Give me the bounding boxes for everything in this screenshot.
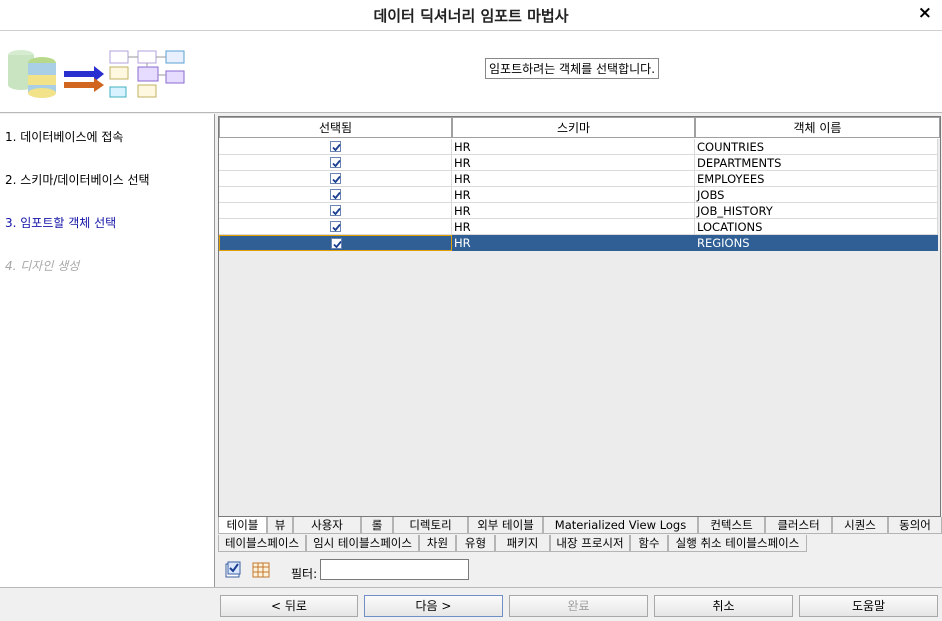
schema-cell: HR bbox=[452, 219, 695, 235]
selected-cell bbox=[219, 219, 452, 235]
step-generate-design: 4. 디자인 생성 bbox=[5, 259, 80, 273]
table-row[interactable]: HR DEPARTMENTS bbox=[219, 155, 938, 171]
column-header-selected[interactable]: 선택됨 bbox=[219, 117, 452, 138]
schema-cell: HR bbox=[452, 155, 695, 171]
tab-tables[interactable]: 테이블 bbox=[218, 517, 267, 534]
tab-dimensions[interactable]: 차원 bbox=[419, 535, 456, 552]
selected-cell bbox=[219, 139, 452, 155]
filter-label: 필터: bbox=[291, 567, 318, 581]
wizard-steps-panel: 1. 데이터베이스에 접속 2. 스키마/데이터베이스 선택 3. 임포트할 객… bbox=[0, 114, 215, 587]
window-title: 데이터 딕셔너리 임포트 마법사 bbox=[373, 7, 569, 25]
table-row[interactable]: HR COUNTRIES bbox=[219, 139, 938, 155]
check-all-icon[interactable] bbox=[223, 560, 243, 580]
tab-contexts[interactable]: 컨텍스트 bbox=[698, 517, 765, 534]
row-checkbox[interactable] bbox=[330, 141, 341, 152]
step-select-schema[interactable]: 2. 스키마/데이터베이스 선택 bbox=[5, 171, 150, 188]
step-select-objects[interactable]: 3. 임포트할 객체 선택 bbox=[5, 214, 116, 231]
tab-tablespaces[interactable]: 테이블스페이스 bbox=[218, 535, 306, 552]
object-name-cell: JOBS bbox=[695, 187, 938, 203]
import-illustration-icon bbox=[8, 50, 185, 98]
main-content: 선택됨 스키마 객체 이름 HR COUNTRIES HR DEPARTMENTS HR… bbox=[216, 114, 942, 587]
wizard-footer: < 뒤로 다음 > 완료 취소 도움말 bbox=[0, 587, 942, 621]
table-row[interactable]: HR JOBS bbox=[219, 187, 938, 203]
tab-materialized-view-logs[interactable]: Materialized View Logs bbox=[543, 517, 698, 534]
tab-sequences[interactable]: 시퀀스 bbox=[832, 517, 888, 534]
step-connect[interactable]: 1. 데이터베이스에 접속 bbox=[5, 128, 123, 145]
table-row[interactable]: HR REGIONS bbox=[219, 235, 938, 251]
tab-functions[interactable]: 함수 bbox=[630, 535, 668, 552]
close-icon[interactable]: × bbox=[918, 3, 932, 23]
row-checkbox[interactable] bbox=[330, 173, 341, 184]
tab-packages[interactable]: 패키지 bbox=[495, 535, 550, 552]
schema-cell: HR bbox=[452, 171, 695, 187]
tab-stored-procedures[interactable]: 내장 프로시저 bbox=[550, 535, 630, 552]
title-bar: 데이터 딕셔너리 임포트 마법사 × bbox=[0, 0, 942, 31]
tab-types[interactable]: 유형 bbox=[456, 535, 495, 552]
filter-input[interactable] bbox=[320, 559, 469, 580]
row-checkbox[interactable] bbox=[330, 221, 341, 232]
selected-cell bbox=[219, 203, 452, 219]
row-checkbox[interactable] bbox=[331, 238, 342, 249]
selected-cell bbox=[219, 155, 452, 171]
row-checkbox[interactable] bbox=[330, 157, 341, 168]
tab-temporary-tablespaces[interactable]: 임시 테이블스페이스 bbox=[306, 535, 419, 552]
finish-button: 완료 bbox=[509, 595, 648, 617]
back-button[interactable]: < 뒤로 bbox=[220, 595, 358, 617]
object-name-cell: EMPLOYEES bbox=[695, 171, 938, 187]
object-name-cell: COUNTRIES bbox=[695, 139, 938, 155]
column-header-object-name[interactable]: 객체 이름 bbox=[695, 117, 940, 138]
table-row[interactable]: HR EMPLOYEES bbox=[219, 171, 938, 187]
schema-cell: HR bbox=[452, 139, 695, 155]
object-name-cell: DEPARTMENTS bbox=[695, 155, 938, 171]
cancel-button[interactable]: 취소 bbox=[654, 595, 793, 617]
selected-cell bbox=[219, 187, 452, 203]
object-name-cell: LOCATIONS bbox=[695, 219, 938, 235]
wizard-header: 임포트하려는 객체를 선택합니다. bbox=[0, 31, 942, 113]
next-button[interactable]: 다음 > bbox=[364, 595, 503, 617]
selected-cell bbox=[219, 171, 452, 187]
tab-external-tables[interactable]: 외부 테이블 bbox=[468, 517, 543, 534]
column-header-schema[interactable]: 스키마 bbox=[452, 117, 695, 138]
table-header: 선택됨 스키마 객체 이름 bbox=[219, 117, 940, 139]
tab-roles[interactable]: 롤 bbox=[361, 517, 393, 534]
table-row[interactable]: HR JOB_HISTORY bbox=[219, 203, 938, 219]
instruction-message: 임포트하려는 객체를 선택합니다. bbox=[485, 58, 660, 79]
help-button[interactable]: 도움말 bbox=[799, 595, 938, 617]
tab-views[interactable]: 뷰 bbox=[267, 517, 293, 534]
row-checkbox[interactable] bbox=[330, 205, 341, 216]
table-grid-icon[interactable] bbox=[251, 560, 271, 580]
schema-cell: HR bbox=[452, 203, 695, 219]
tab-users[interactable]: 사용자 bbox=[293, 517, 361, 534]
object-name-cell: REGIONS bbox=[695, 235, 938, 251]
schema-cell: HR bbox=[452, 235, 695, 251]
tab-undo-tablespaces[interactable]: 실행 취소 테이블스페이스 bbox=[668, 535, 807, 552]
selected-cell bbox=[219, 235, 452, 251]
object-name-cell: JOB_HISTORY bbox=[695, 203, 938, 219]
tab-directories[interactable]: 디렉토리 bbox=[393, 517, 468, 534]
tab-synonyms[interactable]: 동의어 bbox=[888, 517, 942, 534]
objects-table[interactable]: 선택됨 스키마 객체 이름 HR COUNTRIES HR DEPARTMENTS HR… bbox=[218, 116, 941, 517]
schema-cell: HR bbox=[452, 187, 695, 203]
tab-clusters[interactable]: 클러스터 bbox=[765, 517, 832, 534]
row-checkbox[interactable] bbox=[330, 189, 341, 200]
table-row[interactable]: HR LOCATIONS bbox=[219, 219, 938, 235]
